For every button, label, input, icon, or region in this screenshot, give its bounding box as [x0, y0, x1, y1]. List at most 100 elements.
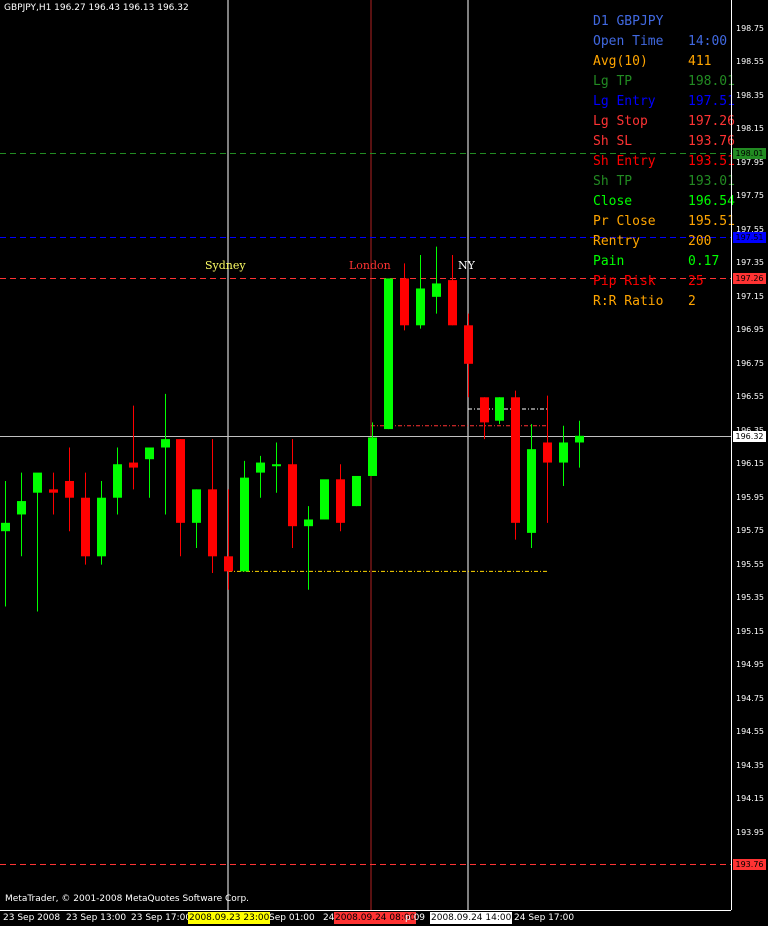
price-tick-label: 194.55: [736, 727, 764, 737]
candle-body: [511, 397, 520, 523]
info-value: 198.01: [688, 74, 735, 89]
candle-body: [384, 278, 393, 430]
info-row: Open Time 14:00: [593, 32, 733, 52]
candle-body: [320, 479, 329, 520]
candle-body: [145, 447, 154, 460]
info-value: 14:00: [688, 34, 728, 49]
price-tick-label: 195.95: [736, 492, 764, 502]
time-label: 23 Sep 13:00: [66, 913, 127, 923]
price-tick-label: 197.75: [736, 191, 764, 201]
price-badge: 198.01: [733, 147, 766, 159]
info-row: Lg TP 198.01: [593, 72, 735, 92]
price-tick-label: 196.75: [736, 358, 764, 368]
price-tick-label: 195.35: [736, 593, 764, 603]
copyright-text: MetaTrader, © 2001-2008 MetaQuotes Softw…: [5, 894, 250, 904]
info-label: Lg TP: [593, 74, 633, 89]
info-label: Pip Risk: [593, 274, 656, 289]
info-value: 411: [688, 54, 712, 69]
price-badge: 197.26: [733, 273, 766, 285]
candle-body: [527, 449, 536, 533]
info-row: Lg Entry 197.51: [593, 92, 735, 112]
candle-body: [304, 519, 313, 527]
price-tick-label: 194.95: [736, 660, 764, 670]
candle-body: [17, 501, 26, 515]
info-value: 25: [688, 274, 704, 289]
time-label: Sep 01:00: [269, 913, 315, 923]
time-label: 2008.09.23 23:00: [188, 912, 271, 924]
session-label-ny: NY: [458, 259, 475, 272]
info-row: Sh TP 193.01: [593, 172, 735, 192]
time-label: 24 Sep 17:00: [514, 913, 575, 923]
info-label: Open Time: [593, 34, 664, 49]
info-label: Avg(10): [593, 54, 648, 69]
info-row: Sh Entry 193.51: [593, 152, 735, 172]
info-value: 197.51: [688, 94, 735, 109]
candle-body: [33, 472, 42, 493]
candle-body: [81, 497, 90, 557]
info-value: 193.01: [688, 174, 735, 189]
price-tick-label: 198.75: [736, 24, 764, 33]
price-tick-label: 195.55: [736, 559, 764, 569]
price-tick-label: 196.55: [736, 392, 764, 402]
candle-body: [272, 464, 281, 467]
info-label: Pr Close: [593, 214, 656, 229]
candle-body: [480, 397, 489, 423]
candle-body: [129, 462, 138, 468]
info-row: R:R Ratio 2: [593, 292, 733, 312]
price-tick-label: 198.35: [736, 90, 764, 100]
candle-body: [559, 442, 568, 463]
candle-body: [368, 437, 377, 476]
candle-body: [416, 288, 425, 326]
price-tick-label: 195.75: [736, 526, 764, 536]
time-label: p 09: [405, 913, 426, 923]
price-tick-label: 194.75: [736, 693, 764, 703]
candle-body: [240, 477, 249, 572]
candle-body: [336, 479, 345, 523]
trade-info-panel: D1 GBPJPY Open Time 14:00 Avg(10) 411 Lg TP 19…: [593, 12, 735, 312]
candle-body: [448, 280, 457, 326]
price-tick-label: 197.15: [736, 291, 764, 301]
price-axis[interactable]: [731, 0, 768, 910]
price-tick-label: 194.35: [736, 760, 764, 770]
price-tick-label: 197.35: [736, 258, 764, 268]
candle-body: [161, 439, 170, 448]
info-value: 197.26: [688, 114, 735, 129]
info-row: Pain 0.17: [593, 252, 733, 272]
candle-body: [495, 397, 504, 421]
info-value: 2: [688, 294, 696, 309]
candle-body: [575, 435, 584, 443]
info-value: 193.76: [688, 134, 735, 149]
price-tick-label: 194.15: [736, 794, 764, 804]
info-value: 196.54: [688, 194, 735, 209]
info-label: Pain: [593, 254, 625, 269]
time-label: 23 Sep 2008: [3, 913, 61, 923]
info-value: 200: [688, 234, 712, 249]
info-label: Rentry: [593, 234, 640, 249]
info-label: R:R Ratio: [593, 294, 664, 309]
time-label: 23 Sep 17:00: [131, 913, 192, 923]
metatrader-chart-window[interactable]: GBPJPY,H1 196.27 196.43 196.13 196.32 Sy…: [0, 0, 768, 926]
price-badge: 197.51: [733, 231, 766, 243]
candle-body: [65, 480, 74, 498]
price-tick-label: 198.55: [736, 57, 764, 67]
candle-body: [432, 283, 441, 297]
candle-body: [464, 325, 473, 364]
info-row: D1 GBPJPY: [593, 12, 733, 32]
candle-body: [113, 464, 122, 498]
price-tick-label: 196.95: [736, 325, 764, 335]
info-row: Sh SL 193.76: [593, 132, 735, 152]
candle-body: [97, 497, 106, 557]
candle-body: [192, 489, 201, 523]
candle-body: [543, 442, 552, 463]
candle-body: [256, 462, 265, 473]
info-label: Lg Entry: [593, 94, 656, 109]
info-row: Rentry 200: [593, 232, 733, 252]
price-badge: 193.76: [733, 859, 766, 871]
candle-body: [49, 489, 58, 493]
symbol-header: GBPJPY,H1 196.27 196.43 196.13 196.32: [4, 3, 189, 13]
info-label: Sh SL: [593, 134, 633, 149]
price-tick-label: 197.95: [736, 157, 764, 167]
info-value: 0.17: [688, 254, 720, 269]
info-row: Avg(10) 411: [593, 52, 733, 72]
info-label: Lg Stop: [593, 114, 648, 129]
